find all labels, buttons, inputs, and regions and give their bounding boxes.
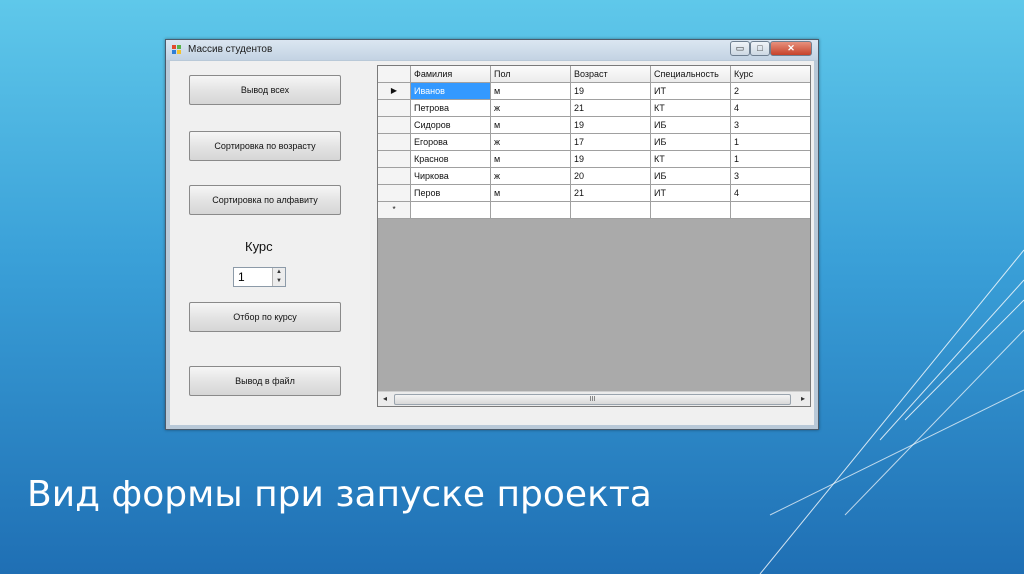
grid-cell[interactable]: 21 [571, 100, 651, 117]
export-to-file-button[interactable]: Вывод в файл [189, 366, 341, 396]
sort-alphabetical-button[interactable]: Сортировка по алфавиту [189, 185, 341, 215]
grid-cell[interactable]: 21 [571, 185, 651, 202]
course-stepper[interactable]: 1 ▲ ▼ [233, 267, 286, 287]
stepper-down-icon[interactable]: ▼ [273, 277, 285, 286]
filter-by-course-button[interactable]: Отбор по курсу [189, 302, 341, 332]
grid-cell[interactable]: м [491, 83, 571, 100]
grid-cell[interactable]: 19 [571, 117, 651, 134]
grid-cell[interactable] [411, 202, 491, 219]
grid-cell[interactable]: ИТ [651, 185, 731, 202]
table-row[interactable]: ▶ Иванов м 19 ИТ 2 [378, 83, 810, 100]
students-data-grid[interactable]: Фамилия Пол Возраст Специальность Курс ▶ Ивано… [377, 65, 811, 407]
grid-cell[interactable]: 3 [731, 117, 810, 134]
grid-cell[interactable]: м [491, 117, 571, 134]
row-header[interactable] [378, 100, 411, 117]
row-header[interactable]: ▶ [378, 83, 411, 100]
scroll-thumb[interactable]: III [394, 394, 791, 405]
table-row[interactable]: Краснов м 19 КТ 1 [378, 151, 810, 168]
close-button[interactable]: ✕ [770, 41, 812, 56]
new-row[interactable]: * [378, 202, 810, 219]
form-client-area: Вывод всех Сортировка по возрасту Сортир… [170, 61, 814, 425]
column-header[interactable]: Возраст [571, 66, 651, 83]
grid-cell[interactable]: КТ [651, 100, 731, 117]
grid-cell[interactable]: 1 [731, 134, 810, 151]
grid-cell[interactable]: КТ [651, 151, 731, 168]
stepper-buttons: ▲ ▼ [272, 268, 285, 286]
grid-cell[interactable]: ИТ [651, 83, 731, 100]
grid-header-row: Фамилия Пол Возраст Специальность Курс [378, 66, 810, 83]
column-header[interactable]: Курс [731, 66, 810, 83]
app-icon [172, 45, 182, 55]
grid-cell[interactable]: ИБ [651, 134, 731, 151]
row-header[interactable] [378, 117, 411, 134]
scroll-right-icon[interactable]: ▸ [796, 392, 810, 406]
grid-cell[interactable] [731, 202, 810, 219]
grid-cell[interactable]: ж [491, 134, 571, 151]
course-label: Курс [245, 239, 273, 254]
table-row[interactable]: Сидоров м 19 ИБ 3 [378, 117, 810, 134]
grid-cell[interactable] [571, 202, 651, 219]
grid-cell[interactable]: 19 [571, 83, 651, 100]
column-header[interactable]: Специальность [651, 66, 731, 83]
row-header[interactable] [378, 134, 411, 151]
grid-cell[interactable]: 4 [731, 100, 810, 117]
grid-cell[interactable]: 2 [731, 83, 810, 100]
grid-cell[interactable]: Краснов [411, 151, 491, 168]
grid-cell[interactable]: ж [491, 168, 571, 185]
grid-cell[interactable]: Егорова [411, 134, 491, 151]
maximize-button[interactable]: □ [750, 41, 770, 56]
grid-cell[interactable]: 4 [731, 185, 810, 202]
grid-cell[interactable]: 1 [731, 151, 810, 168]
table-row[interactable]: Перов м 21 ИТ 4 [378, 185, 810, 202]
scroll-left-icon[interactable]: ◂ [378, 392, 392, 406]
table-row[interactable]: Чиркова ж 20 ИБ 3 [378, 168, 810, 185]
grid-cell[interactable]: ИБ [651, 168, 731, 185]
grid-cell[interactable]: Чиркова [411, 168, 491, 185]
grid-cell[interactable]: Иванов [411, 83, 491, 100]
row-header[interactable] [378, 151, 411, 168]
row-header[interactable] [378, 168, 411, 185]
grid-cell[interactable]: 20 [571, 168, 651, 185]
table-row[interactable]: Егорова ж 17 ИБ 1 [378, 134, 810, 151]
grid-cell[interactable]: ж [491, 100, 571, 117]
grid-cell[interactable]: ИБ [651, 117, 731, 134]
slide-title: Вид формы при запуске проекта [27, 474, 652, 515]
grid-cell[interactable]: Перов [411, 185, 491, 202]
grid-cell[interactable]: 3 [731, 168, 810, 185]
grid-cell[interactable]: м [491, 151, 571, 168]
grid-cell[interactable]: м [491, 185, 571, 202]
horizontal-scrollbar[interactable]: ◂ III ▸ [378, 391, 810, 406]
grid-cell[interactable] [651, 202, 731, 219]
minimize-button[interactable]: ▭ [730, 41, 750, 56]
grid-cell[interactable] [491, 202, 571, 219]
column-header[interactable]: Пол [491, 66, 571, 83]
table-row[interactable]: Петрова ж 21 КТ 4 [378, 100, 810, 117]
course-value[interactable]: 1 [238, 270, 245, 284]
show-all-button[interactable]: Вывод всех [189, 75, 341, 105]
grid-corner [378, 66, 411, 83]
form-window: Массив студентов ▭ □ ✕ Вывод всех Сортир… [165, 39, 819, 430]
window-title: Массив студентов [188, 44, 273, 55]
grid-cell[interactable]: Петрова [411, 100, 491, 117]
grid-cell[interactable]: 17 [571, 134, 651, 151]
grid-cell[interactable]: 19 [571, 151, 651, 168]
sort-by-age-button[interactable]: Сортировка по возрасту [189, 131, 341, 161]
column-header[interactable]: Фамилия [411, 66, 491, 83]
row-header[interactable] [378, 185, 411, 202]
title-bar[interactable]: Массив студентов ▭ □ ✕ [166, 40, 818, 60]
new-row-marker: * [378, 202, 411, 219]
slide: { "window": { "title": "Массив студентов… [0, 0, 1024, 574]
grid-cell[interactable]: Сидоров [411, 117, 491, 134]
